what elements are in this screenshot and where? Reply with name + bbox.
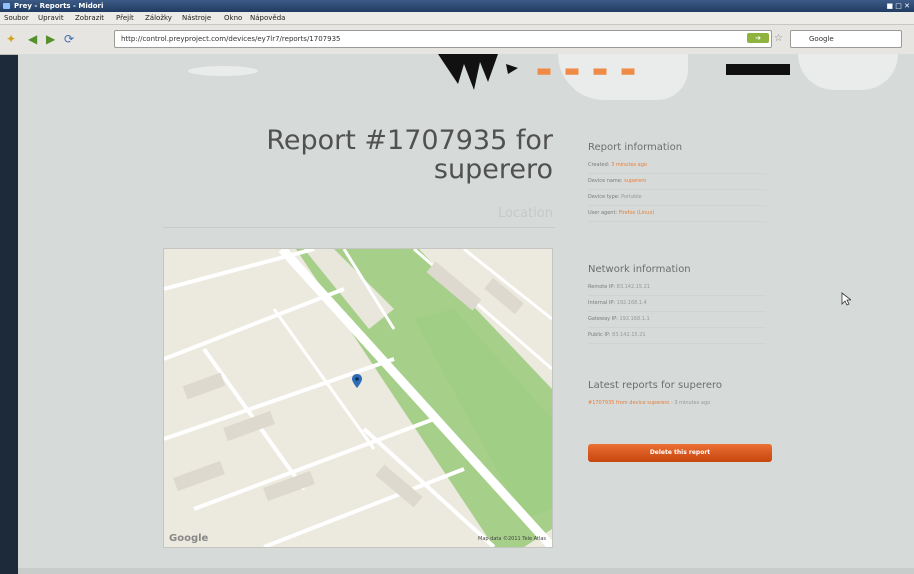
page-footer-bar <box>18 568 914 574</box>
latest-reports-heading: Latest reports for superero <box>588 380 723 391</box>
title-line-2: superero <box>433 154 553 185</box>
address-bar[interactable]: http://control.preyproject.com/devices/e… <box>114 30 772 48</box>
delete-report-button[interactable]: Delete this report <box>588 444 772 462</box>
menu-bookmarks[interactable]: Záložky <box>145 12 172 24</box>
report-row-device-name: Device name: superero <box>588 174 766 190</box>
latest-report-link[interactable]: #1707935 from device superero <box>588 400 669 406</box>
search-engine-text: Google <box>809 35 834 43</box>
header-decor-cloud-2 <box>798 54 898 90</box>
menu-tools[interactable]: Nástroje <box>182 12 211 24</box>
header-dark-bar <box>726 64 790 75</box>
mouse-cursor-icon <box>841 292 851 306</box>
window-controls[interactable]: ■ □ ✕ <box>886 0 910 12</box>
location-pin-icon[interactable] <box>352 374 362 388</box>
location-map[interactable]: Google Map data ©2011 Tele Atlas <box>163 248 553 548</box>
row-value[interactable]: 3 minutes ago <box>611 162 647 168</box>
row-label: Device name: <box>588 178 623 184</box>
page-content: ▬ ▬ ▬ ▬ Report #1707935 for superero Loc… <box>18 54 914 574</box>
row-value: 192.168.1.1 <box>619 316 650 322</box>
network-row-remote-ip: Remote IP: 83.142.15.21 <box>588 280 766 296</box>
window-titlebar: Prey - Reports - Midori ■ □ ✕ <box>0 0 914 12</box>
bookmark-star-icon[interactable]: ☆ <box>774 32 783 46</box>
title-line-1: Report #1707935 for <box>266 125 553 156</box>
latest-reports: Latest reports for superero #1707935 fro… <box>588 380 723 406</box>
latest-report-time: - 3 minutes ago <box>670 400 711 406</box>
row-label: Public IP: <box>588 332 611 338</box>
report-row-user-agent: User agent: Firefox (Linux) <box>588 206 766 222</box>
page-title: Report #1707935 for superero <box>168 126 553 184</box>
prey-logo-bird <box>438 54 518 90</box>
report-information: Report information Created: 3 minutes ag… <box>588 142 766 222</box>
navigation-toolbar: ✦ ◀ ▶ ⟳ http://control.preyproject.com/d… <box>0 25 914 55</box>
menu-window[interactable]: Okno <box>224 12 242 24</box>
report-row-created: Created: 3 minutes ago <box>588 158 766 174</box>
row-value[interactable]: Firefox (Linux) <box>619 210 655 216</box>
search-field[interactable]: Google <box>790 30 902 48</box>
menu-file[interactable]: Soubor <box>4 12 29 24</box>
network-information: Network information Remote IP: 83.142.15… <box>588 264 766 344</box>
row-label: Gateway IP: <box>588 316 618 322</box>
network-row-public-ip: Public IP: 83.142.15.21 <box>588 328 766 344</box>
report-row-device-type: Device type: Portable <box>588 190 766 206</box>
window-title: Prey - Reports - Midori <box>14 2 104 10</box>
map-canvas[interactable] <box>164 249 552 547</box>
prey-logo-text: ▬ ▬ ▬ ▬ <box>536 61 640 81</box>
row-value: 83.142.15.21 <box>616 284 651 290</box>
app-icon <box>3 3 10 9</box>
address-text: http://control.preyproject.com/devices/e… <box>121 35 341 43</box>
report-info-heading: Report information <box>588 142 683 153</box>
row-label: Remote IP: <box>588 284 616 290</box>
google-logo[interactable]: Google <box>169 533 208 544</box>
reload-icon[interactable]: ⟳ <box>64 32 74 46</box>
menubar: Soubor Upravit Zobrazit Přejít Záložky N… <box>0 12 914 25</box>
row-label: Device type: <box>588 194 620 200</box>
latest-report-item: #1707935 from device superero - 3 minute… <box>588 396 766 411</box>
menu-go[interactable]: Přejít <box>116 12 134 24</box>
row-value: 192.168.1.4 <box>616 300 647 306</box>
divider <box>163 227 555 228</box>
network-row-internal-ip: Internal IP: 192.168.1.4 <box>588 296 766 312</box>
new-tab-icon[interactable]: ✦ <box>6 32 16 46</box>
location-heading: Location <box>498 206 553 221</box>
row-value: Portable <box>621 194 642 200</box>
row-value[interactable]: superero <box>624 178 646 184</box>
forward-icon[interactable]: ▶ <box>46 32 55 46</box>
header-decor <box>188 66 258 76</box>
back-icon[interactable]: ◀ <box>28 32 37 46</box>
row-label: User agent: <box>588 210 618 216</box>
map-credit: Map data ©2011 Tele Atlas <box>478 536 546 542</box>
row-label: Internal IP: <box>588 300 616 306</box>
menu-view[interactable]: Zobrazit <box>75 12 104 24</box>
row-value: 83.142.15.21 <box>612 332 646 338</box>
menu-help[interactable]: Nápověda <box>250 12 285 24</box>
go-icon[interactable]: ➜ <box>747 33 769 43</box>
network-row-gateway-ip: Gateway IP: 192.168.1.1 <box>588 312 766 328</box>
menu-edit[interactable]: Upravit <box>38 12 64 24</box>
network-info-heading: Network information <box>588 264 691 275</box>
row-label: Created: <box>588 162 610 168</box>
